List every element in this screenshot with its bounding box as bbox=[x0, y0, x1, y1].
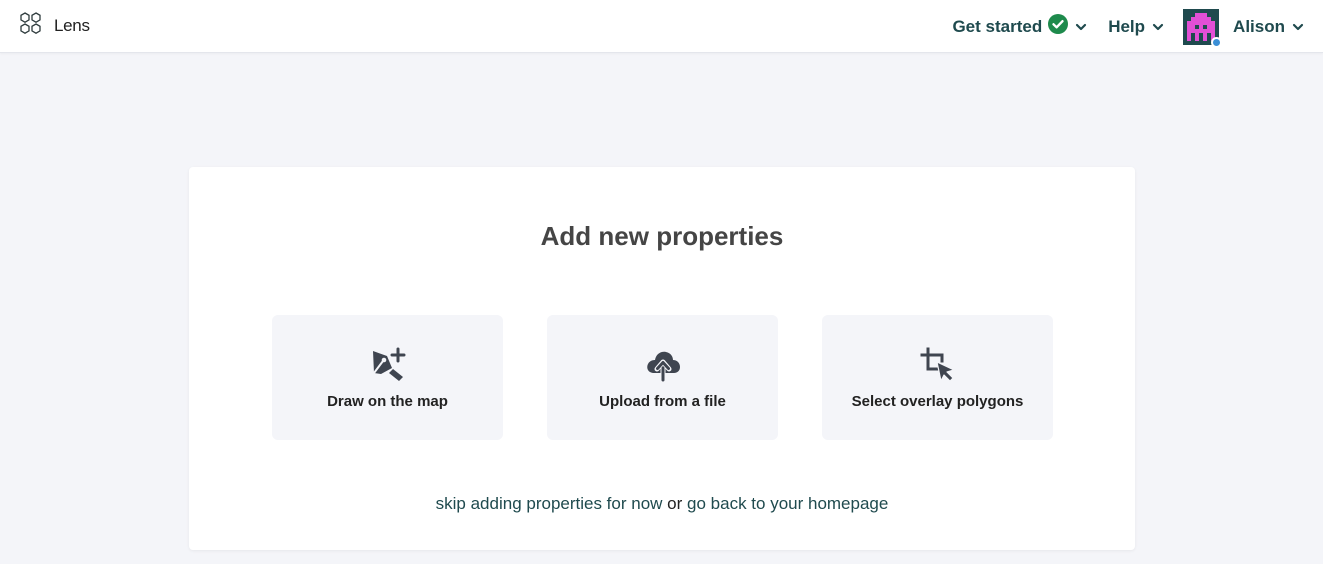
option-label: Upload from a file bbox=[599, 393, 726, 410]
online-status-dot bbox=[1211, 36, 1223, 48]
check-circle-icon bbox=[1048, 14, 1069, 39]
option-label: Draw on the map bbox=[327, 393, 448, 410]
pen-add-icon bbox=[370, 347, 406, 383]
chevron-down-icon bbox=[1291, 20, 1305, 34]
chevron-down-icon bbox=[1074, 20, 1088, 34]
header-nav: Get started Help Alison bbox=[952, 0, 1305, 53]
footer-links: skip adding properties for now or go bac… bbox=[189, 494, 1135, 514]
go-back-homepage-link[interactable]: go back to your homepage bbox=[687, 494, 888, 513]
skip-adding-properties-link[interactable]: skip adding properties for now bbox=[436, 494, 663, 513]
top-navigation-bar: Lens Get started Help Alison bbox=[0, 0, 1323, 53]
user-name: Alison bbox=[1233, 16, 1285, 36]
upload-file-option[interactable]: Upload from a file bbox=[547, 315, 778, 440]
cloud-upload-icon bbox=[645, 347, 681, 383]
get-started-menu[interactable]: Get started bbox=[952, 14, 1088, 39]
hexagon-logo-icon bbox=[18, 11, 46, 42]
page-title: Add new properties bbox=[540, 221, 784, 251]
brand-name: Lens bbox=[54, 16, 90, 35]
avatar bbox=[1183, 8, 1223, 48]
get-started-label: Get started bbox=[952, 16, 1043, 36]
user-menu[interactable]: Alison bbox=[1183, 8, 1305, 48]
help-label: Help bbox=[1108, 16, 1146, 36]
chevron-down-icon bbox=[1151, 20, 1165, 34]
crop-cursor-icon bbox=[920, 347, 956, 383]
brand-logo-link[interactable]: Lens bbox=[18, 11, 90, 42]
add-properties-card: Add new properties Draw on the map Uploa… bbox=[189, 167, 1135, 550]
option-label: Select overlay polygons bbox=[851, 393, 1024, 410]
select-overlay-polygons-option[interactable]: Select overlay polygons bbox=[822, 315, 1053, 440]
or-text: or bbox=[667, 494, 683, 513]
draw-on-map-option[interactable]: Draw on the map bbox=[272, 315, 503, 440]
help-menu[interactable]: Help bbox=[1108, 17, 1165, 37]
